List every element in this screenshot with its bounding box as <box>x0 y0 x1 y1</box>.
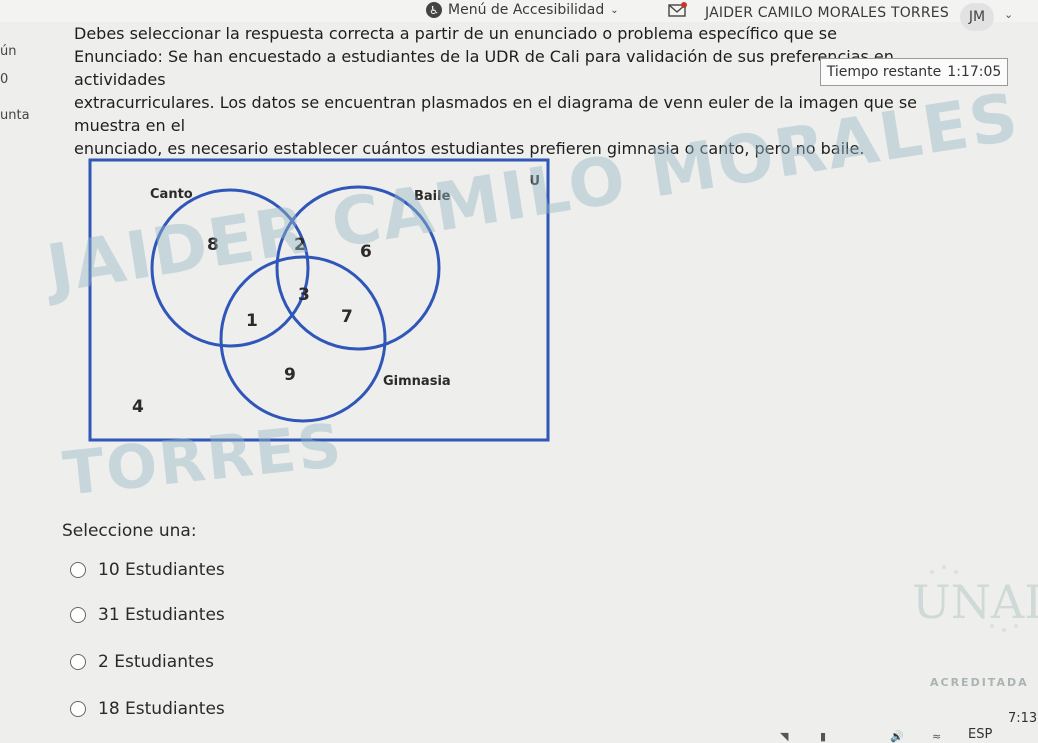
universe-label: U <box>529 174 540 189</box>
messages-icon[interactable] <box>668 2 688 18</box>
chevron-down-icon: ⌄ <box>610 4 619 16</box>
region-outside: 4 <box>132 397 144 417</box>
unad-logo: UNAD <box>912 565 1038 632</box>
accreditation-label: ACREDITADA <box>930 676 1029 689</box>
set-label-gimnasia: Gimnasia <box>383 374 451 389</box>
timer-label: Tiempo restante <box>826 64 942 80</box>
option-label: 18 Estudiantes <box>98 699 225 719</box>
option-2[interactable]: 2 Estudiantes <box>70 652 214 672</box>
option-3[interactable]: 18 Estudiantes <box>70 699 225 719</box>
region-baile-only: 6 <box>360 242 372 262</box>
radio-button[interactable] <box>70 654 86 670</box>
accessibility-menu[interactable]: ♿ Menú de Accesibilidad ⌄ <box>426 2 619 18</box>
timer-value: 1:17:05 <box>947 64 1002 80</box>
language-indicator[interactable]: ESP <box>968 727 992 742</box>
set-canto-circle <box>150 188 310 348</box>
accessibility-icon: ♿ <box>426 2 442 18</box>
user-name[interactable]: JAIDER CAMILO MORALES TORRES <box>705 5 949 21</box>
left-panel-fragment: unta <box>0 108 30 123</box>
network-icon[interactable]: ◥ <box>780 730 788 743</box>
wifi-icon[interactable]: ≈ <box>932 730 941 743</box>
unad-logo-text: UNAD <box>912 575 1038 629</box>
region-all-three: 3 <box>298 285 310 305</box>
top-bar: ♿ Menú de Accesibilidad ⌄ JAIDER CAMILO … <box>0 0 1038 22</box>
question-line: enunciado, es necesario establecer cuánt… <box>74 139 865 158</box>
time-remaining-box: Tiempo restante 1:17:05 <box>820 58 1008 86</box>
radio-button[interactable] <box>70 701 86 717</box>
option-label: 31 Estudiantes <box>98 605 225 625</box>
region-canto-only: 8 <box>207 235 219 255</box>
volume-icon[interactable]: 🔊 <box>890 730 904 743</box>
left-panel-fragment: ún <box>0 44 17 59</box>
set-gimnasia-circle <box>219 255 387 423</box>
venn-diagram: U Canto Baile Gimnasia 8 2 6 3 1 7 9 4 <box>88 158 552 444</box>
set-label-canto: Canto <box>150 187 193 202</box>
option-0[interactable]: 10 Estudiantes <box>70 560 225 580</box>
question-statement: Debes seleccionar la respuesta correcta … <box>74 22 974 160</box>
select-prompt: Seleccione una: <box>62 521 197 541</box>
region-gimnasia-only: 9 <box>284 365 296 385</box>
battery-icon[interactable]: ▮ <box>820 730 826 743</box>
set-label-baile: Baile <box>414 189 451 204</box>
option-label: 10 Estudiantes <box>98 560 225 580</box>
left-panel-fragment: 0 <box>0 72 9 87</box>
question-line: Debes seleccionar la respuesta correcta … <box>74 24 837 43</box>
option-label: 2 Estudiantes <box>98 652 214 672</box>
venn-diagram-svg: U Canto Baile Gimnasia 8 2 6 3 1 7 9 4 <box>88 158 550 442</box>
region-canto-baile: 2 <box>294 235 306 255</box>
question-line: extracurriculares. Los datos se encuentr… <box>74 93 918 135</box>
chevron-down-icon[interactable]: ⌄ <box>1004 8 1013 21</box>
radio-button[interactable] <box>70 607 86 623</box>
set-canto-circle <box>227 417 229 419</box>
region-baile-gimnasia: 7 <box>341 307 353 327</box>
clock[interactable]: 7:13 <box>1008 711 1037 726</box>
accessibility-menu-label: Menú de Accesibilidad <box>448 2 605 18</box>
radio-button[interactable] <box>70 562 86 578</box>
set-baile-circle <box>275 185 441 351</box>
option-1[interactable]: 31 Estudiantes <box>70 605 225 625</box>
region-canto-gimnasia: 1 <box>246 311 258 331</box>
